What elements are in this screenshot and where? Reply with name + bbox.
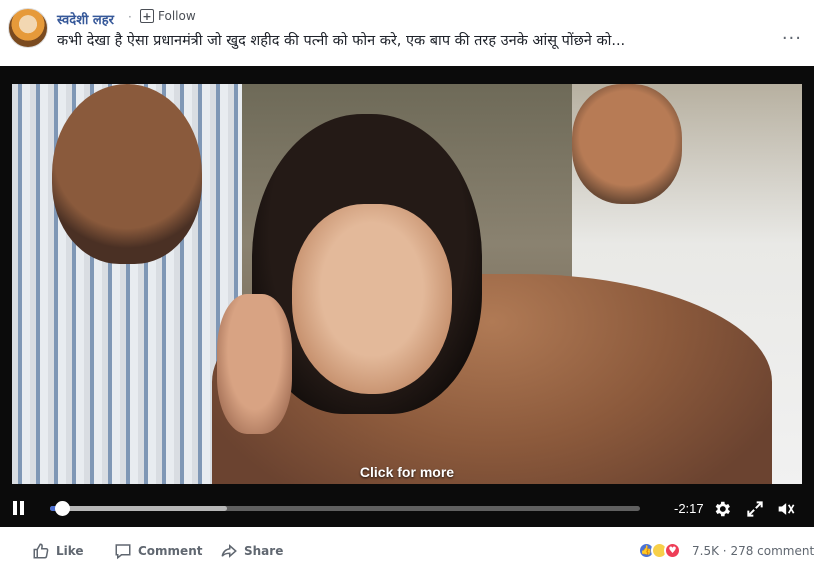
comment-label: Comment [138,544,203,558]
progress-track[interactable] [50,501,640,516]
volume-icon[interactable] [776,499,798,519]
hand-with-phone [217,294,292,434]
background-person-right-head [572,84,682,204]
click-for-more-overlay[interactable]: Click for more [0,464,814,480]
header-separator: · [128,10,132,24]
progress-knob[interactable] [54,501,70,516]
comment-icon [115,544,131,560]
follow-plus-icon: + [140,9,154,23]
post-header: स्वदेशी लहर · + Follow कभी देखा है ऐसा प… [0,0,814,66]
video-player[interactable]: Click for more -2:17 [0,66,814,527]
stats-separator: · [722,544,727,558]
post-caption: कभी देखा है ऐसा प्रधानमंत्री जो खुद शहीद… [57,33,626,49]
woman-face [292,204,452,394]
time-remaining: -2:17 [674,501,704,516]
engagement-counts: 7.5K · 278 comments [692,544,814,558]
fullscreen-icon[interactable] [745,499,765,519]
video-frame [12,84,802,484]
more-horizontal-icon[interactable]: ··· [782,28,802,49]
buffer-bar [50,506,227,511]
reactions-count[interactable]: 7.5K [692,544,719,558]
comments-count-link[interactable]: 278 comments [730,544,814,558]
video-controls: -2:17 [0,491,814,527]
share-arrow-icon [221,544,237,558]
pause-icon[interactable] [13,501,25,515]
page-name-link[interactable]: स्वदेशी लहर [57,10,114,28]
comment-button[interactable]: Comment [114,542,202,560]
follow-label: Follow [158,9,196,23]
background-person-left-head [52,84,202,264]
share-label: Share [244,544,284,558]
post-actions-bar: Like Comment Share 👍 ♥ 7.5K · 278 commen… [0,530,814,572]
love-reaction-icon: ♥ [664,542,681,559]
page-avatar[interactable] [8,8,48,48]
thumbs-up-icon [33,543,49,559]
follow-button[interactable]: + Follow [140,9,196,23]
like-label: Like [56,544,84,558]
like-button[interactable]: Like [32,542,84,560]
settings-gear-icon[interactable] [712,499,732,519]
share-button[interactable]: Share [220,542,283,560]
reactions-summary[interactable]: 👍 ♥ [638,542,681,559]
